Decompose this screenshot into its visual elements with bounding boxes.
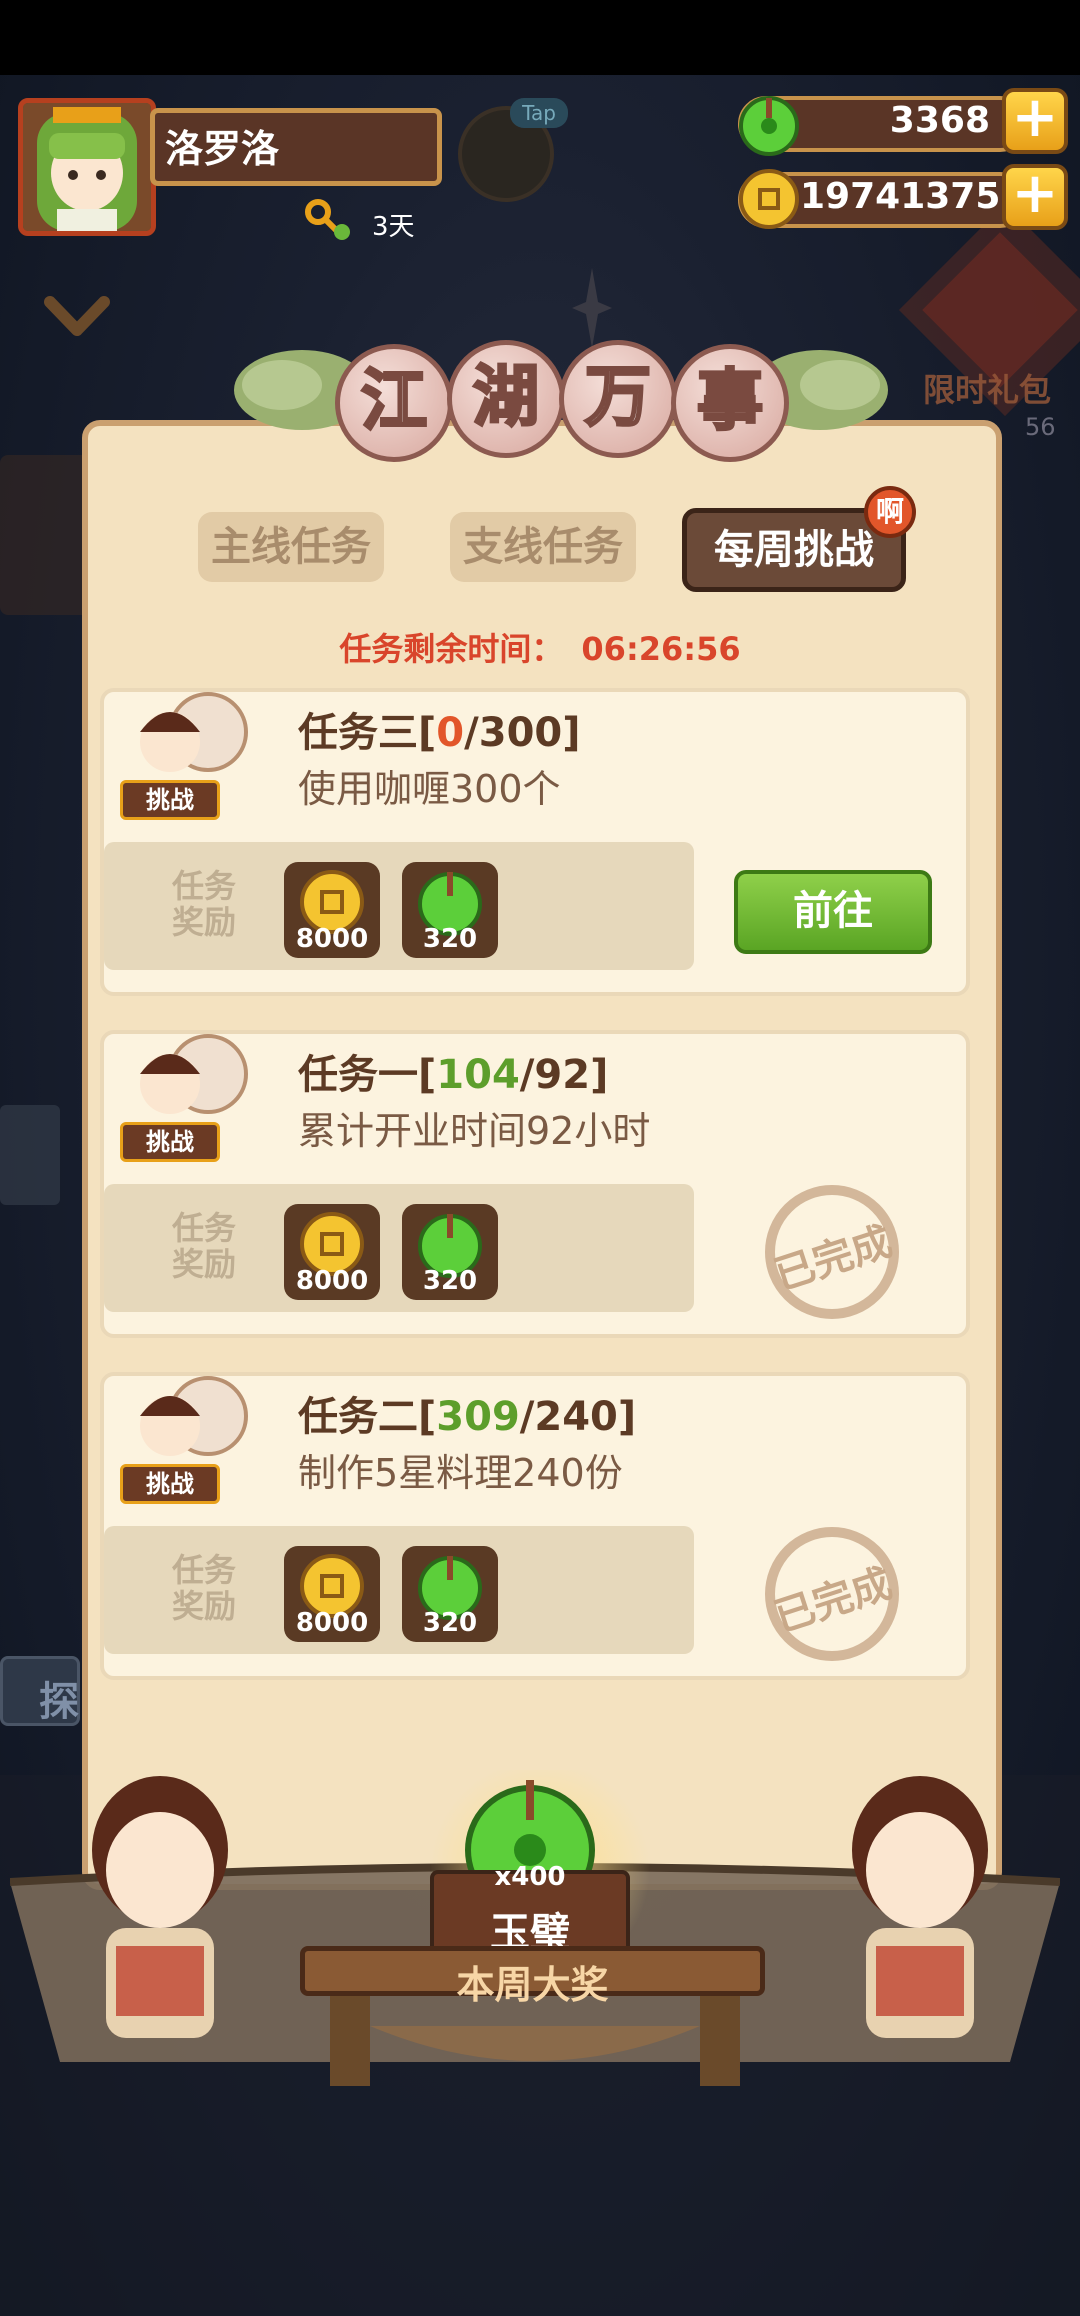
task-title: 任务三[0/300] (298, 710, 581, 756)
title-char: 江 (335, 344, 453, 462)
days-count: 3天 (372, 212, 415, 242)
panel-title: 江 湖 万 事 (235, 340, 845, 470)
coin-reward: 8000 (284, 862, 380, 958)
challenge-badge: 挑战 (120, 1464, 220, 1504)
completed-stamp: 已完成 (744, 1524, 920, 1664)
add-coin-button[interactable]: + (1002, 164, 1068, 230)
left-attendant (60, 1760, 260, 2060)
coin-icon (734, 164, 804, 234)
title-char: 事 (671, 344, 789, 462)
jade-count: 3368 (889, 100, 990, 141)
coin-reward: 8000 (284, 1546, 380, 1642)
jade-reward: 320 (402, 862, 498, 958)
jade-reward: 320 (402, 1546, 498, 1642)
timer-value: 06:26:56 (581, 630, 741, 668)
jade-reward: 320 (402, 1204, 498, 1300)
task-card: 挑战 任务一[104/92] 累计开业时间92小时 任务奖励 8000 320 … (100, 1030, 970, 1338)
task-card: 挑战 任务二[309/240] 制作5星料理240份 任务奖励 8000 320… (100, 1372, 970, 1680)
task-timer: 任务剩余时间： 06:26:56 (300, 624, 780, 670)
reward-label: 任务奖励 (171, 1551, 236, 1625)
prize-table-legs (330, 1996, 740, 2086)
tap-label: Tap (510, 98, 568, 128)
tab-side-tasks[interactable]: 支线任务 (450, 512, 636, 582)
side-left-sign[interactable]: 探 (0, 1656, 80, 1726)
task-title: 任务一[104/92] (298, 1052, 609, 1098)
coin-count: 19741375 (800, 176, 1001, 217)
limited-gift-label: 限时礼包 (923, 371, 1052, 409)
jade-reward-value: 320 (422, 1266, 478, 1296)
task-description: 累计开业时间92小时 (298, 1109, 651, 1153)
reward-scroll: 任务奖励 8000 320 (104, 1184, 694, 1312)
task-description: 制作5星料理240份 (298, 1451, 623, 1495)
challenge-badge: 挑战 (120, 780, 220, 820)
key-icon (304, 198, 354, 244)
jade-reward-value: 320 (422, 1608, 478, 1638)
right-attendant (820, 1760, 1020, 2060)
completed-stamp: 已完成 (744, 1182, 920, 1322)
jade-reward-value: 320 (422, 924, 478, 954)
reward-scroll: 任务奖励 8000 320 (104, 1526, 694, 1654)
add-jade-button[interactable]: + (1002, 88, 1068, 154)
coin-reward-value: 8000 (295, 924, 369, 954)
coin-reward-value: 8000 (295, 1608, 369, 1638)
coin-reward: 8000 (284, 1204, 380, 1300)
limited-gift-pack[interactable]: 限时礼包 56 (915, 232, 1080, 445)
player-name: 洛罗洛 (165, 127, 280, 171)
tab-notification-badge: 啊 (864, 486, 916, 538)
tab-main-tasks[interactable]: 主线任务 (198, 512, 384, 582)
reward-label: 任务奖励 (171, 1209, 236, 1283)
timer-label: 任务剩余时间： (339, 630, 564, 668)
star-icon (572, 268, 612, 348)
player-avatar[interactable] (18, 98, 156, 236)
reward-scroll: 任务奖励 8000 320 (104, 842, 694, 970)
task-description: 使用咖喱300个 (298, 767, 561, 811)
title-char: 湖 (447, 340, 565, 458)
limited-gift-timer: 56 (1025, 413, 1056, 441)
title-char: 万 (559, 340, 677, 458)
tap-bubble[interactable]: Tap (458, 98, 568, 202)
coin-reward-value: 8000 (295, 1266, 369, 1296)
side-left-label: 探 (39, 1679, 79, 1725)
jade-icon (734, 88, 804, 158)
chevron-down-icon[interactable] (42, 292, 112, 342)
reward-label: 任务奖励 (171, 867, 236, 941)
go-button[interactable]: 前往 (734, 870, 932, 954)
grand-prize-count: x400 (494, 1862, 566, 1892)
task-card: 挑战 任务三[0/300] 使用咖喱300个 任务奖励 8000 320 前往 (100, 688, 970, 996)
challenge-badge: 挑战 (120, 1122, 220, 1162)
task-title: 任务二[309/240] (298, 1394, 637, 1440)
